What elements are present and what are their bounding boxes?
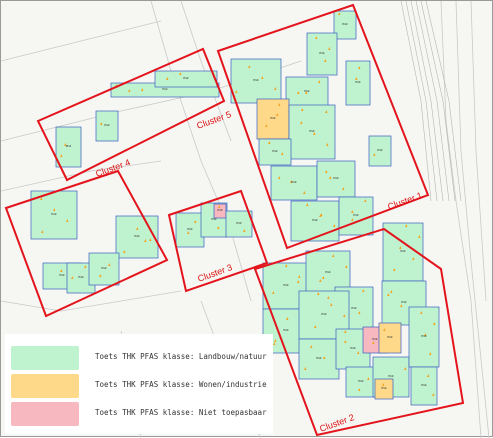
legend-label-niet: Toets THK PFAS klasse: Niet toepasbaar — [95, 408, 267, 417]
plot-label: Plot — [291, 180, 297, 184]
legend-swatch-landbouw — [11, 346, 79, 370]
plot-label: Plot — [401, 300, 407, 304]
plot-label: Plot — [319, 51, 325, 55]
legend-swatch-wonen — [11, 374, 79, 398]
plot: Plot — [338, 196, 374, 236]
plot-label: Plot — [253, 78, 259, 82]
plot-label: Plot — [66, 144, 72, 148]
plot-label: Plot — [325, 270, 331, 274]
plot: Plot — [410, 366, 438, 406]
plot-label: Plot — [236, 221, 242, 225]
plot: Plot — [154, 70, 218, 88]
plot: Plot — [95, 110, 119, 142]
legend-label-landbouw: Toets THK PFAS klasse: Landbouw/natuur — [95, 352, 267, 361]
plot-label: Plot — [358, 379, 364, 383]
plot-label: Plot — [104, 123, 110, 127]
legend-item-niet: Toets THK PFAS klasse: Niet toepasbaar — [11, 402, 273, 426]
plot-label: Plot — [353, 213, 359, 217]
plot-label: Plot — [350, 346, 356, 350]
plot: Plot — [290, 200, 340, 242]
plot: Plot — [270, 165, 318, 201]
plot-label: Plot — [377, 148, 383, 152]
plot: Plot — [55, 126, 82, 168]
plot-label: Plot — [270, 116, 276, 120]
plot-label: Plot — [78, 275, 84, 279]
legend-item-wonen: Toets THK PFAS klasse: Wonen/industrie — [11, 374, 273, 398]
plot-label: Plot — [342, 22, 348, 26]
plot-label: Plot — [162, 87, 168, 91]
plot: Plot — [408, 306, 440, 368]
plot-label: Plot — [272, 149, 278, 153]
plot-label: Plot — [387, 335, 393, 339]
plot: Plot — [374, 378, 394, 400]
plot-label: Plot — [355, 80, 361, 84]
plot-label: Plot — [283, 328, 289, 332]
plot: Plot — [298, 338, 340, 380]
plot-label: Plot — [59, 273, 65, 277]
plot: Plot — [316, 160, 356, 198]
plot: Plot — [258, 138, 292, 166]
plot: Plot — [225, 210, 253, 238]
plot-label: Plot — [283, 283, 289, 287]
cluster-label-4: Cluster 4 — [94, 157, 131, 179]
plot-label: Plot — [381, 386, 387, 390]
plot-label: Plot — [351, 306, 357, 310]
plot: Plot — [88, 252, 120, 286]
plot-label: Plot — [316, 356, 322, 360]
plot-label: Plot — [372, 337, 378, 341]
cluster-label-1: Cluster 1 — [386, 190, 423, 212]
plot-label: Plot — [400, 249, 406, 253]
plot-label: Plot — [101, 266, 107, 270]
plot: Plot — [288, 104, 336, 160]
plot-label: Plot — [388, 374, 394, 378]
plot-label: Plot — [134, 234, 140, 238]
legend: Toets THK PFAS klasse: Landbouw/natuur T… — [5, 334, 273, 434]
plot: Plot — [368, 135, 392, 167]
plot: Plot — [285, 76, 329, 108]
plot: Plot — [230, 58, 282, 104]
plot: Plot — [256, 98, 290, 140]
plot-label: Plot — [312, 218, 318, 222]
plot: Plot — [175, 212, 205, 248]
legend-swatch-niet — [11, 402, 79, 426]
plot-label: Plot — [421, 383, 427, 387]
legend-item-landbouw: Toets THK PFAS klasse: Landbouw/natuur — [11, 346, 273, 370]
plot-label: Plot — [51, 212, 57, 216]
plot: Plot — [345, 366, 377, 398]
legend-label-wonen: Toets THK PFAS klasse: Wonen/industrie — [95, 380, 267, 389]
plot: Plot — [345, 60, 371, 106]
plot-label: Plot — [333, 176, 339, 180]
plot-label: Plot — [309, 129, 315, 133]
plot: Plot — [115, 215, 159, 259]
plot: Plot — [306, 32, 338, 76]
plot-label: Plot — [321, 312, 327, 316]
plot: Plot — [213, 203, 227, 219]
plot-label: Plot — [217, 208, 223, 212]
plot-label: Plot — [183, 76, 189, 80]
plot-label: Plot — [304, 89, 310, 93]
pfas-map: Plot Plot Plot Plot Plot Plot Plot Plot Plot Plot… — [0, 0, 493, 438]
plot: Plot — [378, 322, 402, 354]
plot-label: Plot — [421, 334, 427, 338]
plot-label: Plot — [187, 227, 193, 231]
